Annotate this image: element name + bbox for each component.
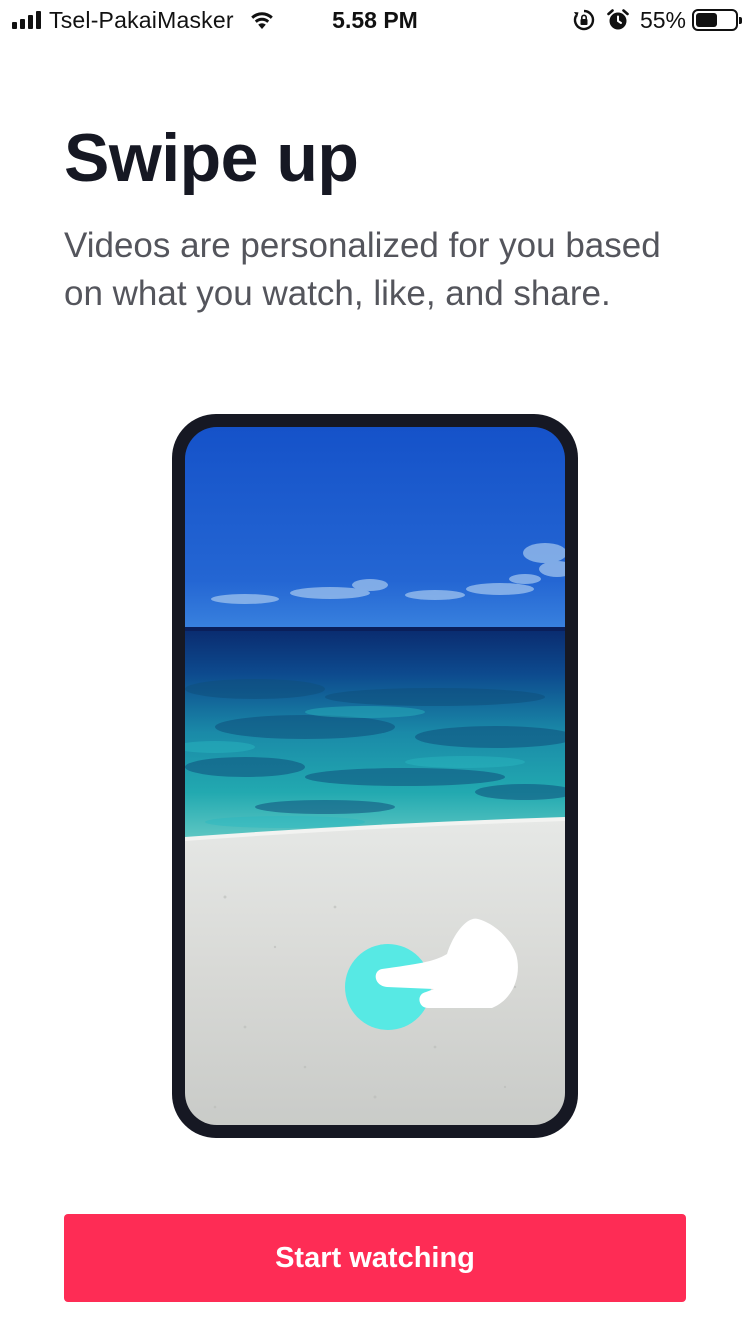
status-bar: Tsel-PakaiMasker 5.58 PM 55% <box>0 0 750 40</box>
rotation-lock-icon <box>573 9 595 31</box>
status-bar-right: 55% <box>572 6 742 34</box>
phone-illustration <box>172 414 578 1138</box>
alarm-icon <box>607 9 629 30</box>
swipe-gesture <box>345 918 518 1030</box>
start-watching-button[interactable]: Start watching <box>64 1214 686 1302</box>
description-text: Videos are personalized for you based on… <box>64 226 661 313</box>
battery-icon <box>692 9 742 31</box>
page-title: Swipe up <box>64 120 359 196</box>
battery-percentage: 55% <box>639 6 686 33</box>
battery-level <box>696 13 717 27</box>
